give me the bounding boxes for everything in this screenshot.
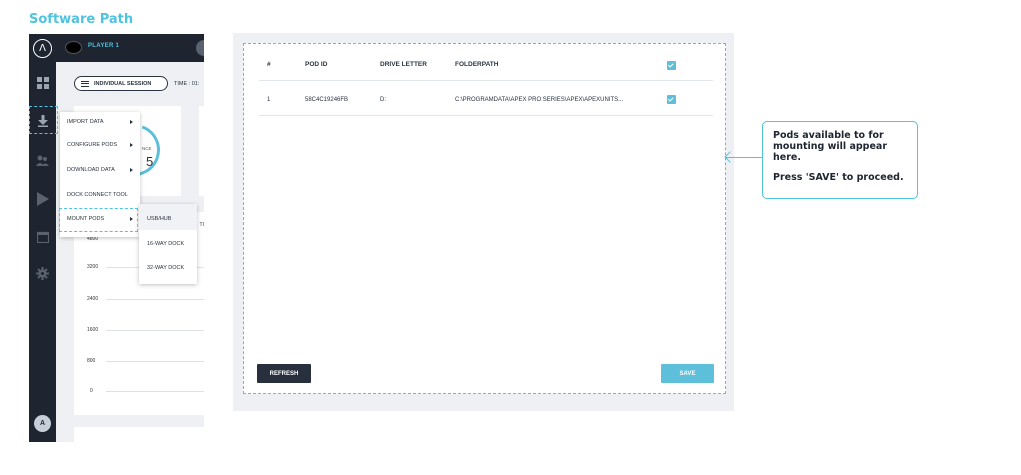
top-bar: PLAYER 1 xyxy=(56,34,204,62)
submenu-item-usb-hub[interactable]: USB/HUB xyxy=(147,216,171,222)
instruction-callout: Pods available to for mounting will appe… xyxy=(762,121,918,199)
submenu-arrow-icon xyxy=(130,168,133,172)
gauge-value: 5 xyxy=(146,154,154,169)
chart-tick: 2400 xyxy=(87,296,99,302)
header-divider xyxy=(259,80,713,81)
page-title: Software Path xyxy=(29,12,134,27)
users-icon[interactable] xyxy=(35,153,50,168)
player-avatar xyxy=(65,41,82,54)
data-menu: IMPORT DATA CONFIGURE PODS DOWNLOAD DATA… xyxy=(60,112,140,237)
callout-text-1: Pods available to for mounting will appe… xyxy=(773,130,888,163)
chart-gridline xyxy=(106,299,204,300)
menu-item-import-data[interactable]: IMPORT DATA xyxy=(67,119,104,125)
player-name[interactable]: PLAYER 1 xyxy=(88,43,119,49)
refresh-button[interactable]: REFRESH xyxy=(257,364,311,383)
chart-gridline xyxy=(106,330,204,331)
row-divider xyxy=(259,115,713,116)
save-button[interactable]: SAVE xyxy=(661,364,714,383)
mount-pods-submenu: USB/HUB 16-WAY DOCK 32-WAY DOCK xyxy=(139,204,197,284)
play-icon[interactable] xyxy=(35,191,50,206)
chart-tick: 3200 xyxy=(87,264,99,270)
stats-card xyxy=(199,106,204,196)
row-num: 1 xyxy=(267,97,271,103)
bottom-card xyxy=(74,427,204,442)
logo-icon: Λ xyxy=(33,39,52,58)
session-selector[interactable]: INDIVIDUAL SESSION xyxy=(74,76,168,91)
callout-prefix: Press xyxy=(773,172,806,183)
time-label: TIME : 01: xyxy=(174,81,200,87)
mount-pods-dialog: # POD ID DRIVE LETTER FOLDERPATH 1 58C4C… xyxy=(243,43,726,394)
submenu-item-16-way-dock[interactable]: 16-WAY DOCK xyxy=(147,241,184,247)
menu-item-configure-pods[interactable]: CONFIGURE PODS xyxy=(67,142,117,148)
column-header-drive-letter: DRIVE LETTER xyxy=(380,61,427,68)
row-pod-id: 58C4C19246FB xyxy=(305,97,349,103)
settings-icon[interactable] xyxy=(35,266,50,281)
submenu-arrow-icon xyxy=(130,217,133,221)
side-rail: Λ A xyxy=(29,34,56,442)
chart-column-label: TI xyxy=(199,222,204,228)
select-all-checkbox[interactable] xyxy=(667,61,676,70)
row-drive-letter: D: xyxy=(380,97,386,103)
submenu-item-32-way-dock[interactable]: 32-WAY DOCK xyxy=(147,265,184,271)
chart-tick: 800 xyxy=(87,358,96,364)
gauge-label: NCE xyxy=(142,146,152,151)
column-header-folderpath: FOLDERPATH xyxy=(455,61,499,68)
chart-gridline xyxy=(106,391,204,392)
column-header-num: # xyxy=(267,61,271,68)
callout-text-2: Press 'SAVE' to proceed. xyxy=(773,172,907,183)
menu-item-download-data[interactable]: DOWNLOAD DATA xyxy=(67,167,115,173)
session-label: INDIVIDUAL SESSION xyxy=(94,80,152,87)
row-folderpath: C:\PROGRAMDATA\APEX PRO SERIES\APEX\APEX… xyxy=(455,97,624,103)
chart-tick: 0 xyxy=(90,388,93,394)
submenu-arrow-icon xyxy=(130,143,133,147)
callout-save-emphasis: 'SAVE' xyxy=(805,172,839,183)
chart-gridline xyxy=(106,361,204,362)
chart-tick: 1600 xyxy=(87,327,99,333)
menu-icon xyxy=(81,80,89,87)
callout-suffix: to proceed. xyxy=(838,172,904,183)
download-icon[interactable] xyxy=(35,113,50,128)
dashboard-icon[interactable] xyxy=(35,75,50,90)
row-checkbox[interactable] xyxy=(667,95,676,104)
menu-item-dock-connect-tool[interactable]: DOCK CONNECT TOOL xyxy=(67,192,128,198)
column-header-pod-id: POD ID xyxy=(305,61,328,68)
menu-item-mount-pods[interactable]: MOUNT PODS xyxy=(67,216,104,222)
submenu-arrow-icon xyxy=(130,120,133,124)
user-avatar[interactable]: A xyxy=(34,415,51,432)
topbar-control[interactable] xyxy=(196,40,204,56)
calendar-icon[interactable] xyxy=(35,229,50,244)
